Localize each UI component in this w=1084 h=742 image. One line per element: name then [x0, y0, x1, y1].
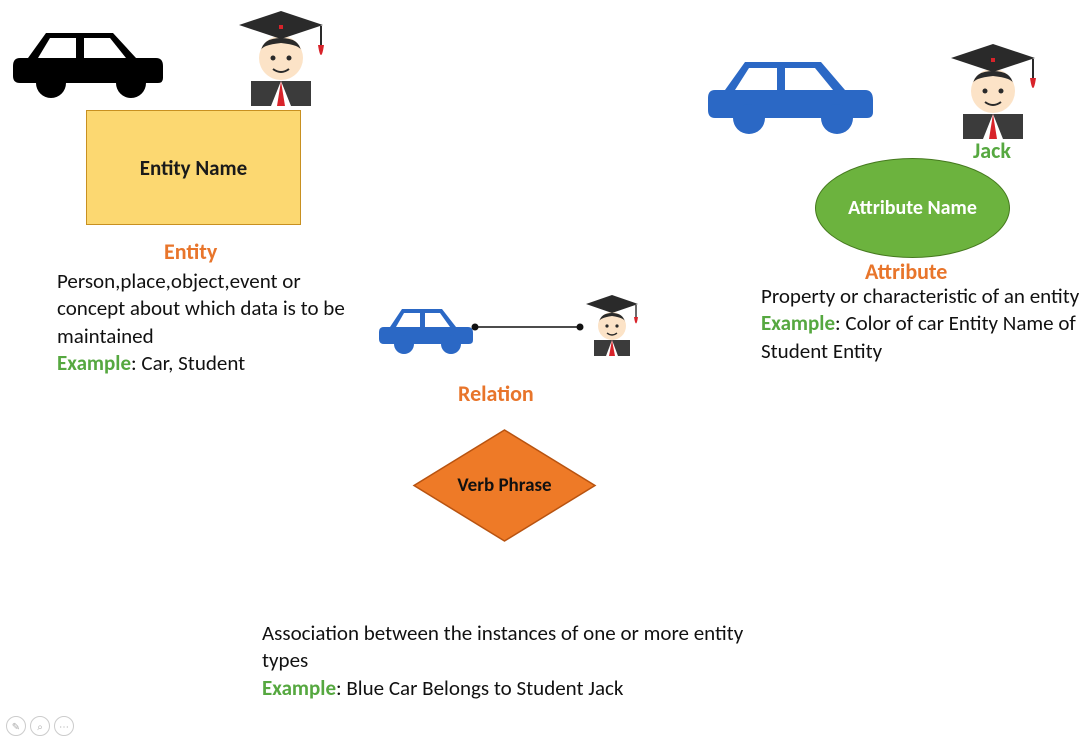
entity-rectangle: Entity Name — [86, 110, 301, 225]
pen-control-icon[interactable]: ✎ — [6, 716, 26, 736]
more-control-icon[interactable]: ⋯ — [54, 716, 74, 736]
entity-box-label: Entity Name — [140, 155, 247, 181]
relation-example-label: Example — [262, 675, 336, 701]
presentation-controls: ✎ ⌕ ⋯ — [6, 716, 74, 736]
relation-line — [470, 322, 585, 332]
attribute-description: Property or characteristic of an entity — [761, 283, 1079, 309]
car-black-icon — [8, 18, 168, 103]
entity-example-text: : Car, Student — [131, 350, 245, 376]
car-blue-icon — [703, 48, 878, 136]
attribute-description-block: Property or characteristic of an entity … — [761, 283, 1081, 365]
attribute-title: Attribute — [865, 258, 947, 285]
relation-title: Relation — [458, 380, 534, 407]
student-icon — [233, 3, 328, 108]
entity-description: Person,place,object,event or concept abo… — [57, 268, 345, 349]
entity-example-label: Example — [57, 350, 131, 376]
zoom-control-icon[interactable]: ⌕ — [30, 716, 50, 736]
entity-title: Entity — [164, 238, 217, 265]
relation-description: Association between the instances of one… — [262, 620, 743, 673]
relation-student-icon — [582, 290, 642, 358]
student-attribute-icon — [945, 36, 1040, 141]
relation-car-icon — [376, 300, 476, 360]
attribute-ellipse-label: Attribute Name — [848, 197, 977, 220]
relation-diamond: Verb Phrase — [412, 428, 597, 543]
attribute-example-label: Example — [761, 310, 835, 336]
attribute-ellipse: Attribute Name — [815, 158, 1010, 258]
relation-example-text: : Blue Car Belongs to Student Jack — [336, 675, 623, 701]
relation-diamond-label: Verb Phrase — [457, 475, 551, 497]
entity-description-block: Person,place,object,event or concept abo… — [57, 268, 367, 377]
relation-description-block: Association between the instances of one… — [262, 620, 762, 702]
student-name-label: Jack — [973, 137, 1011, 164]
